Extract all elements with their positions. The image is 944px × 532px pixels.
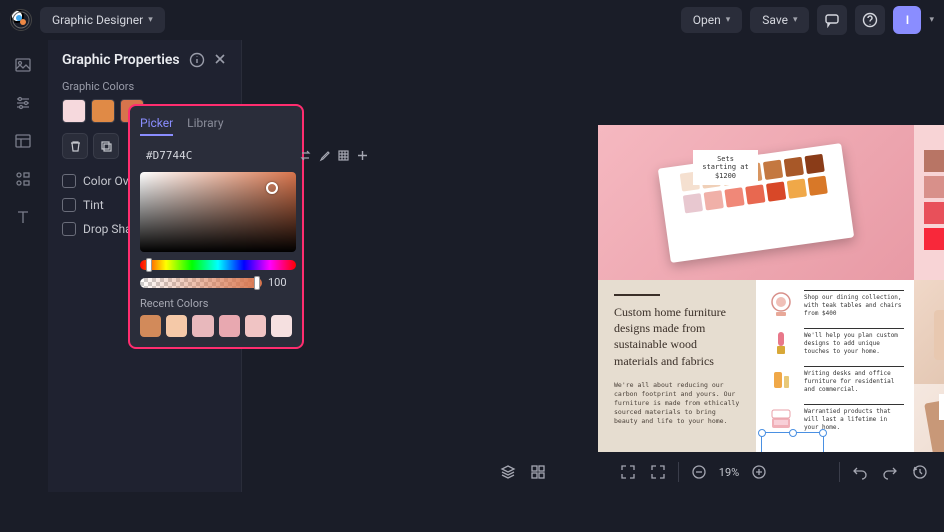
comments-button[interactable] bbox=[817, 5, 847, 35]
checkbox-icon bbox=[62, 174, 76, 188]
hue-slider[interactable] bbox=[140, 260, 296, 270]
text-tool-icon[interactable] bbox=[14, 208, 34, 228]
zoom-value[interactable]: 19% bbox=[719, 466, 739, 479]
item-text: Shop our dining collection, with teak ta… bbox=[804, 290, 904, 317]
recent-color-swatch[interactable] bbox=[219, 315, 240, 337]
bottom-toolbar: 19% bbox=[484, 452, 944, 492]
layout-tool-icon[interactable] bbox=[14, 132, 34, 152]
zoom-out-icon[interactable] bbox=[689, 462, 709, 482]
alpha-handle[interactable] bbox=[254, 276, 260, 290]
design-canvas[interactable]: Sets starting at $1200 Living Room Sets … bbox=[598, 125, 944, 487]
eyedropper-icon[interactable] bbox=[318, 147, 331, 163]
zoom-in-icon[interactable] bbox=[749, 462, 769, 482]
item-text: Writing desks and office furniture for r… bbox=[804, 366, 904, 393]
list-item[interactable]: We'll help you plan custom designs to ad… bbox=[766, 328, 904, 358]
recent-color-swatch[interactable] bbox=[271, 315, 292, 337]
item-text: Warrantied products that will last a lif… bbox=[804, 404, 904, 431]
chevron-down-icon: ▾ bbox=[148, 15, 153, 25]
recent-color-swatch[interactable] bbox=[140, 315, 161, 337]
adjust-tool-icon[interactable] bbox=[14, 94, 34, 114]
chevron-down-icon[interactable]: ▾ bbox=[929, 15, 934, 25]
checkbox-icon bbox=[62, 198, 76, 212]
color-swatch[interactable] bbox=[91, 99, 115, 123]
list-item[interactable]: Writing desks and office furniture for r… bbox=[766, 366, 904, 396]
recent-color-swatch[interactable] bbox=[192, 315, 213, 337]
fit-icon[interactable] bbox=[618, 462, 638, 482]
close-icon[interactable] bbox=[213, 52, 227, 68]
saturation-area[interactable] bbox=[140, 172, 296, 252]
tab-picker[interactable]: Picker bbox=[140, 116, 173, 136]
duplicate-button[interactable] bbox=[93, 133, 119, 159]
item-illustration-icon bbox=[766, 290, 796, 320]
hue-handle[interactable] bbox=[146, 258, 152, 272]
canvas-area[interactable]: Sets starting at $1200 Living Room Sets … bbox=[242, 40, 944, 492]
design-cell-strokes[interactable]: Living Room Sets bbox=[914, 125, 944, 280]
avatar[interactable]: I bbox=[893, 6, 921, 34]
left-rail bbox=[0, 40, 48, 492]
app-mode-label: Graphic Designer bbox=[52, 13, 143, 27]
add-icon[interactable] bbox=[356, 147, 369, 163]
category-tag: Writing Desks bbox=[939, 394, 944, 421]
item-illustration-icon bbox=[766, 404, 796, 434]
undo-icon[interactable] bbox=[850, 462, 870, 482]
headline-text: Custom home furniture designs made from … bbox=[614, 304, 740, 369]
list-item[interactable]: Warrantied products that will last a lif… bbox=[766, 404, 904, 434]
expand-icon[interactable] bbox=[648, 462, 668, 482]
chevron-down-icon: ▾ bbox=[793, 15, 798, 25]
shapes-tool-icon[interactable] bbox=[14, 170, 34, 190]
hex-input[interactable] bbox=[146, 149, 293, 162]
tab-library[interactable]: Library bbox=[187, 116, 223, 136]
help-button[interactable] bbox=[855, 5, 885, 35]
saturation-handle[interactable] bbox=[266, 182, 278, 194]
alpha-slider[interactable] bbox=[140, 278, 262, 288]
grid-palette-icon[interactable] bbox=[337, 147, 350, 163]
color-picker-popover: Picker Library 100 Recent Colors bbox=[128, 104, 304, 349]
open-button[interactable]: Open ▾ bbox=[681, 7, 743, 33]
decorative-line bbox=[614, 294, 660, 296]
grid-icon[interactable] bbox=[528, 462, 548, 482]
color-swatch[interactable] bbox=[62, 99, 86, 123]
delete-button[interactable] bbox=[62, 133, 88, 159]
app-logo[interactable] bbox=[10, 9, 32, 31]
graphic-colors-label: Graphic Colors bbox=[62, 80, 227, 93]
app-mode-dropdown[interactable]: Graphic Designer ▾ bbox=[40, 7, 165, 33]
chevron-down-icon: ▾ bbox=[726, 15, 731, 25]
layers-icon[interactable] bbox=[498, 462, 518, 482]
panel-title: Graphic Properties bbox=[62, 52, 180, 68]
recent-color-swatch[interactable] bbox=[245, 315, 266, 337]
save-button[interactable]: Save ▾ bbox=[750, 7, 809, 33]
design-cell-palette[interactable]: Sets starting at $1200 bbox=[598, 125, 914, 280]
item-text: We'll help you plan custom designs to ad… bbox=[804, 328, 904, 355]
list-item[interactable]: Shop our dining collection, with teak ta… bbox=[766, 290, 904, 320]
recent-color-swatch[interactable] bbox=[166, 315, 187, 337]
recent-colors-label: Recent Colors bbox=[140, 297, 292, 310]
image-tool-icon[interactable] bbox=[14, 56, 34, 76]
info-icon[interactable] bbox=[189, 52, 205, 68]
item-illustration-icon bbox=[766, 328, 796, 358]
redo-icon[interactable] bbox=[880, 462, 900, 482]
swap-icon[interactable] bbox=[299, 147, 312, 163]
body-text: We're all about reducing our carbon foot… bbox=[614, 381, 740, 426]
history-icon[interactable] bbox=[910, 462, 930, 482]
alpha-value[interactable]: 100 bbox=[268, 276, 292, 289]
price-tag: Sets starting at $1200 bbox=[693, 150, 758, 185]
checkbox-icon bbox=[62, 222, 76, 236]
item-illustration-icon bbox=[766, 366, 796, 396]
